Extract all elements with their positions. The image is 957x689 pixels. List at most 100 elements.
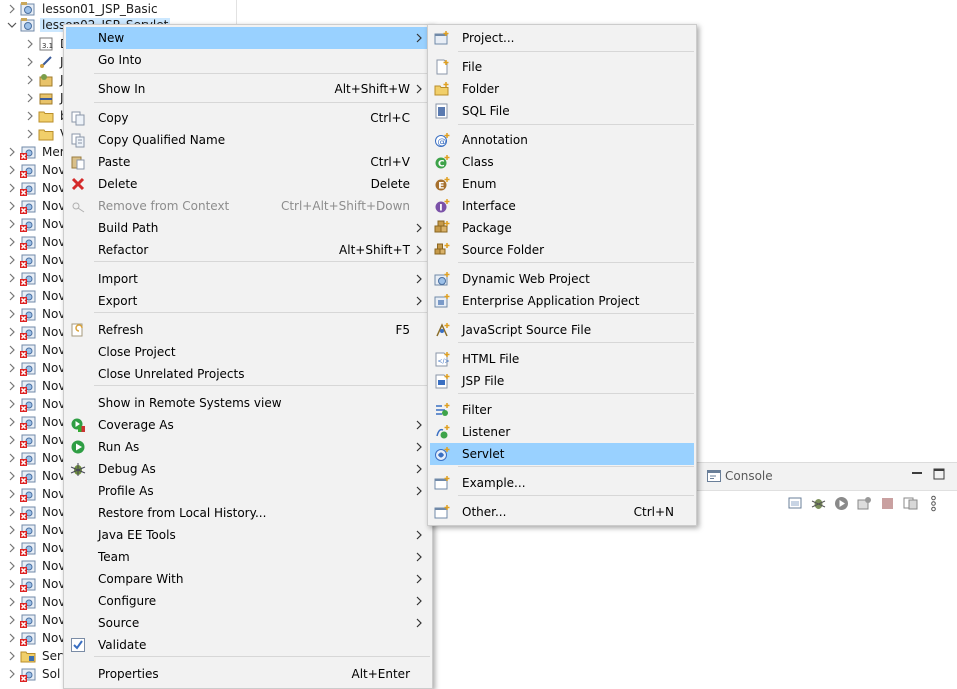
tree-item[interactable]: Serv <box>6 647 71 665</box>
maximize-icon[interactable] <box>933 468 945 480</box>
tree-item[interactable]: Nov <box>6 467 67 485</box>
chevron-right-icon[interactable] <box>6 326 18 338</box>
chevron-right-icon[interactable] <box>24 38 36 50</box>
tree-item[interactable]: Nov <box>6 269 67 287</box>
menu-item-import[interactable]: Import <box>66 268 430 290</box>
display-console-icon[interactable] <box>902 495 919 512</box>
menu-item-folder[interactable]: Folder <box>430 78 694 100</box>
tree-item[interactable]: Nov <box>6 611 67 629</box>
menu-item-listener[interactable]: Listener <box>430 421 694 443</box>
chevron-right-icon[interactable] <box>24 110 36 122</box>
menu-item-close-unrelated-projects[interactable]: Close Unrelated Projects <box>66 363 430 385</box>
menu-item-java-ee-tools[interactable]: Java EE Tools <box>66 524 430 546</box>
menu-item-refresh[interactable]: Refresh F5 <box>66 319 430 341</box>
menu-item-profile-as[interactable]: Profile As <box>66 480 430 502</box>
tree-item[interactable]: Nov <box>6 557 67 575</box>
tree-item[interactable]: Nov <box>6 539 67 557</box>
chevron-right-icon[interactable] <box>24 128 36 140</box>
tree-item[interactable]: Nov <box>6 179 67 197</box>
menu-item-enterprise-application-project[interactable]: Enterprise Application Project <box>430 290 694 312</box>
chevron-right-icon[interactable] <box>6 506 18 518</box>
menu-item-restore-from-local-history[interactable]: Restore from Local History... <box>66 502 430 524</box>
menu-item-show-in-remote-systems-view[interactable]: Show in Remote Systems view <box>66 392 430 414</box>
menu-item-javascript-source-file[interactable]: JavaScript Source File <box>430 319 694 341</box>
chevron-right-icon[interactable] <box>6 470 18 482</box>
tree-item[interactable]: Nov <box>6 287 67 305</box>
menu-item-refactor[interactable]: Refactor Alt+Shift+T <box>66 239 430 261</box>
tree-item[interactable]: Nov <box>6 377 67 395</box>
menu-item-remove-from-context[interactable]: Remove from Context Ctrl+Alt+Shift+Down <box>66 195 430 217</box>
menu-item-compare-with[interactable]: Compare With <box>66 568 430 590</box>
menu-item-debug-as[interactable]: Debug As <box>66 458 430 480</box>
menu-item-run-as[interactable]: Run As <box>66 436 430 458</box>
chevron-right-icon[interactable] <box>6 416 18 428</box>
chevron-right-icon[interactable] <box>6 380 18 392</box>
stop-icon[interactable] <box>879 495 896 512</box>
chevron-right-icon[interactable] <box>6 344 18 356</box>
chevron-right-icon[interactable] <box>6 254 18 266</box>
view-menu-icon[interactable] <box>925 495 942 512</box>
chevron-right-icon[interactable] <box>24 74 36 86</box>
tree-item[interactable]: Nov <box>6 305 67 323</box>
chevron-right-icon[interactable] <box>24 92 36 104</box>
tree-item[interactable]: Nov <box>6 485 67 503</box>
menu-item-validate[interactable]: Validate <box>66 634 430 656</box>
menu-item-source-folder[interactable]: Source Folder <box>430 239 694 261</box>
menu-item-export[interactable]: Export <box>66 290 430 312</box>
tree-item[interactable]: Nov <box>6 575 67 593</box>
tree-item[interactable]: Nov <box>6 431 67 449</box>
tree-item[interactable]: J <box>24 89 66 107</box>
menu-item-other[interactable]: Other... Ctrl+N <box>430 501 694 523</box>
tree-item[interactable]: Nov <box>6 521 67 539</box>
menu-item-new[interactable]: New <box>66 27 430 49</box>
tree-item[interactable]: Nov <box>6 359 67 377</box>
menu-item-project[interactable]: Project... <box>430 27 694 49</box>
menu-item-file[interactable]: File <box>430 56 694 78</box>
tab-console[interactable]: Console <box>707 469 773 483</box>
menu-item-build-path[interactable]: Build Path <box>66 217 430 239</box>
chevron-right-icon[interactable] <box>6 578 18 590</box>
menu-item-properties[interactable]: Properties Alt+Enter <box>66 663 430 685</box>
menu-item-jsp-file[interactable]: JSP File <box>430 370 694 392</box>
chevron-right-icon[interactable] <box>6 362 18 374</box>
menu-item-sql-file[interactable]: SQL File <box>430 100 694 122</box>
menu-item-coverage-as[interactable]: Coverage As <box>66 414 430 436</box>
chevron-right-icon[interactable] <box>6 290 18 302</box>
menu-item-annotation[interactable]: @ Annotation <box>430 129 694 151</box>
tree-item[interactable]: Nov <box>6 413 67 431</box>
tree-item[interactable]: Nov <box>6 593 67 611</box>
menu-item-team[interactable]: Team <box>66 546 430 568</box>
menu-item-copy[interactable]: Copy Ctrl+C <box>66 107 430 129</box>
menu-item-configure[interactable]: Configure <box>66 590 430 612</box>
chevron-right-icon[interactable] <box>6 650 18 662</box>
chevron-right-icon[interactable] <box>6 542 18 554</box>
menu-item-close-project[interactable]: Close Project <box>66 341 430 363</box>
tree-item[interactable]: Nov <box>6 449 67 467</box>
menu-item-package[interactable]: Package <box>430 217 694 239</box>
chevron-right-icon[interactable] <box>6 146 18 158</box>
chevron-right-icon[interactable] <box>6 596 18 608</box>
tree-item[interactable]: Nov <box>6 251 67 269</box>
menu-item-delete[interactable]: Delete Delete <box>66 173 430 195</box>
chevron-right-icon[interactable] <box>6 182 18 194</box>
chevron-right-icon[interactable] <box>6 308 18 320</box>
menu-item-filter[interactable]: Filter <box>430 399 694 421</box>
chevron-right-icon[interactable] <box>6 218 18 230</box>
tree-item[interactable]: Sol <box>6 665 62 683</box>
chevron-right-icon[interactable] <box>6 488 18 500</box>
chevron-right-icon[interactable] <box>6 560 18 572</box>
tree-item[interactable]: Nov <box>6 341 67 359</box>
chevron-right-icon[interactable] <box>6 632 18 644</box>
chevron-right-icon[interactable] <box>6 452 18 464</box>
menu-item-copy-qualified-name[interactable]: Copy Qualified Name <box>66 129 430 151</box>
menu-item-html-file[interactable]: </> HTML File <box>430 348 694 370</box>
tree-item[interactable]: Nov <box>6 197 67 215</box>
menu-item-class[interactable]: C Class <box>430 151 694 173</box>
chevron-right-icon[interactable] <box>6 236 18 248</box>
tree-item[interactable]: Nov <box>6 233 67 251</box>
tree-item[interactable]: Nov <box>6 503 67 521</box>
run-icon[interactable] <box>833 495 850 512</box>
menu-item-enum[interactable]: E Enum <box>430 173 694 195</box>
tree-item[interactable]: Mer <box>6 143 67 161</box>
menu-item-example[interactable]: Example... <box>430 472 694 494</box>
